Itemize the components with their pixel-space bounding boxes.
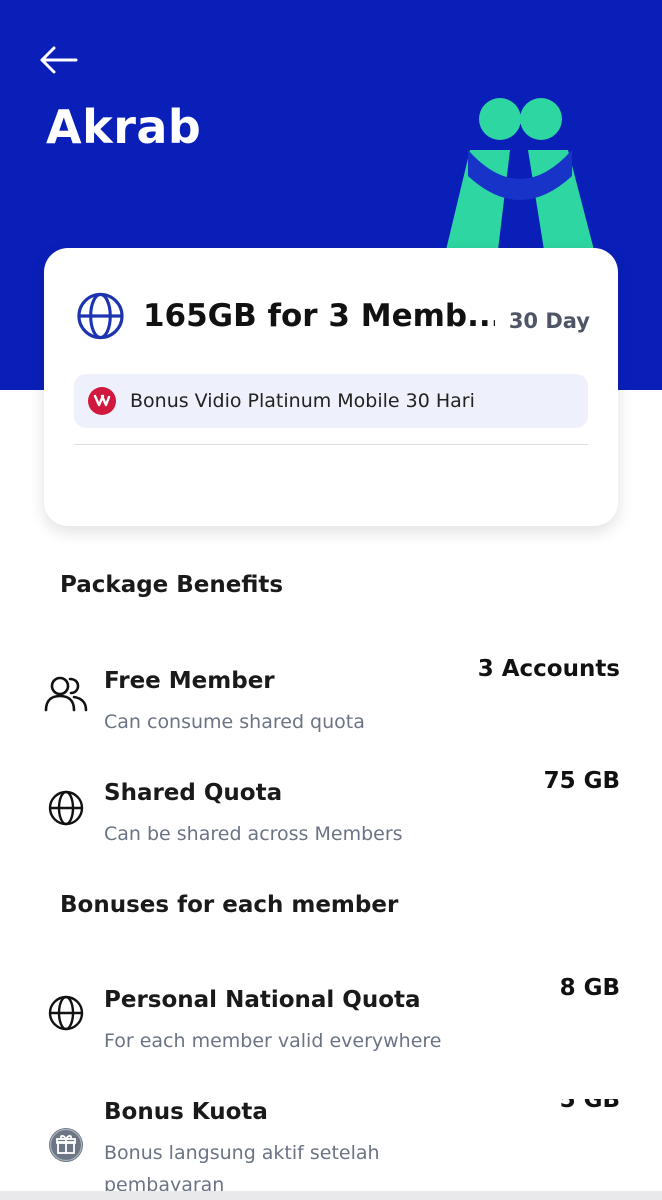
benefit-name: Bonus Kuota (104, 1099, 268, 1125)
bottom-divider (0, 1191, 662, 1200)
bonus-personal-national-quota: Personal National Quota For each member … (44, 975, 620, 1067)
bonus-kuota: Bonus Kuota Bonus langsung aktif setelah… (44, 1099, 620, 1191)
arrow-left-icon (40, 46, 78, 74)
akrab-logo (446, 98, 594, 250)
package-card[interactable]: 165GB for 3 Memb... 30 Day Bonus Vidio P… (44, 248, 618, 526)
card-divider (74, 444, 588, 445)
benefit-free-member: Free Member Can consume shared quota 3 A… (44, 656, 620, 748)
benefit-value: 8 GB (559, 975, 620, 1001)
benefit-description: Can be shared across Members (104, 823, 403, 845)
benefit-value: 5 GB (559, 1099, 620, 1113)
bonus-text: Bonus Vidio Platinum Mobile 30 Hari (130, 390, 475, 412)
bonus-pill: Bonus Vidio Platinum Mobile 30 Hari (74, 374, 588, 428)
benefit-value: 3 Accounts (477, 656, 620, 682)
benefit-shared-quota: Shared Quota Can be shared across Member… (44, 768, 620, 860)
benefit-name: Free Member (104, 668, 275, 694)
globe-icon (77, 292, 124, 340)
gift-icon (44, 1123, 88, 1167)
benefit-name: Shared Quota (104, 780, 283, 806)
bonuses-title: Bonuses for each member (60, 892, 399, 918)
back-button[interactable] (34, 36, 82, 84)
benefit-name: Personal National Quota (104, 987, 421, 1013)
vidio-logo-icon (88, 387, 116, 415)
benefit-value: 75 GB (543, 768, 620, 794)
benefit-description: Can consume shared quota (104, 711, 365, 733)
benefit-description: Bonus langsung aktif setelah pembayaran (104, 1142, 380, 1191)
package-name: 165GB for 3 Memb... (142, 298, 495, 334)
page-title: Akrab (46, 100, 202, 154)
users-icon (44, 672, 88, 716)
package-duration: 30 Day (508, 309, 590, 333)
package-benefits-title: Package Benefits (60, 572, 284, 598)
globe-icon (44, 991, 88, 1035)
benefit-description: For each member valid everywhere (104, 1030, 442, 1052)
globe-icon (44, 786, 88, 830)
